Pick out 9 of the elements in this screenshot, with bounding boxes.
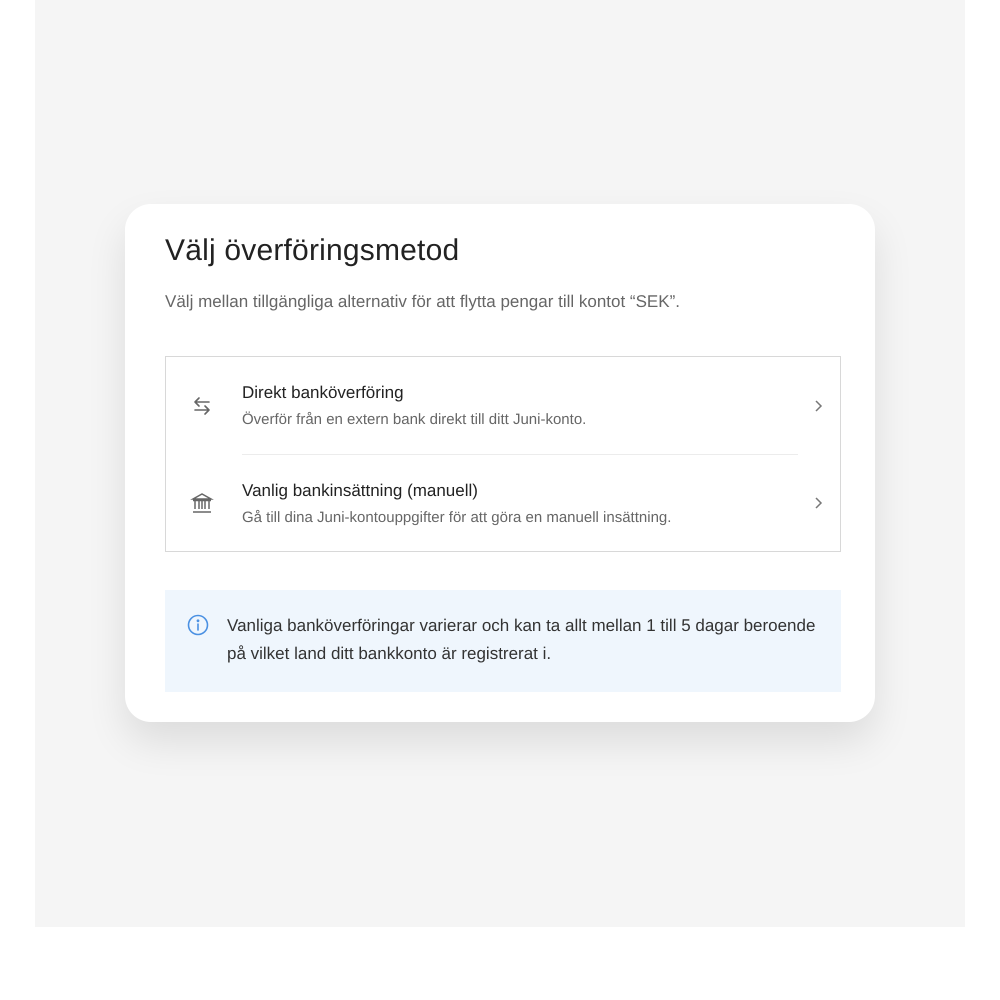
dialog-title: Välj överföringsmetod [165, 234, 460, 268]
option-title[interactable]: Direkt banköverföring [242, 383, 798, 403]
info-icon [187, 614, 209, 636]
option-title[interactable]: Vanlig bankinsättning (manuell) [242, 480, 798, 500]
option-description: Överför från en extern bank direkt till ditt Juni-konto. [242, 411, 588, 428]
dialog-subtitle: Välj mellan tillgängliga alternativ för att flytta pengar till kontot “SEK”. [165, 292, 681, 312]
notice-text: Vanliga banköverföringar varierar och kan ta allt mellan 1 till 5 dagar beroende på vilket land ditt bankkonto är registrerat i. [227, 615, 816, 665]
bank-icon [190, 490, 214, 514]
option-description: Gå till dina Juni-kontouppgifter för att göra en manuell insättning. [242, 508, 672, 526]
